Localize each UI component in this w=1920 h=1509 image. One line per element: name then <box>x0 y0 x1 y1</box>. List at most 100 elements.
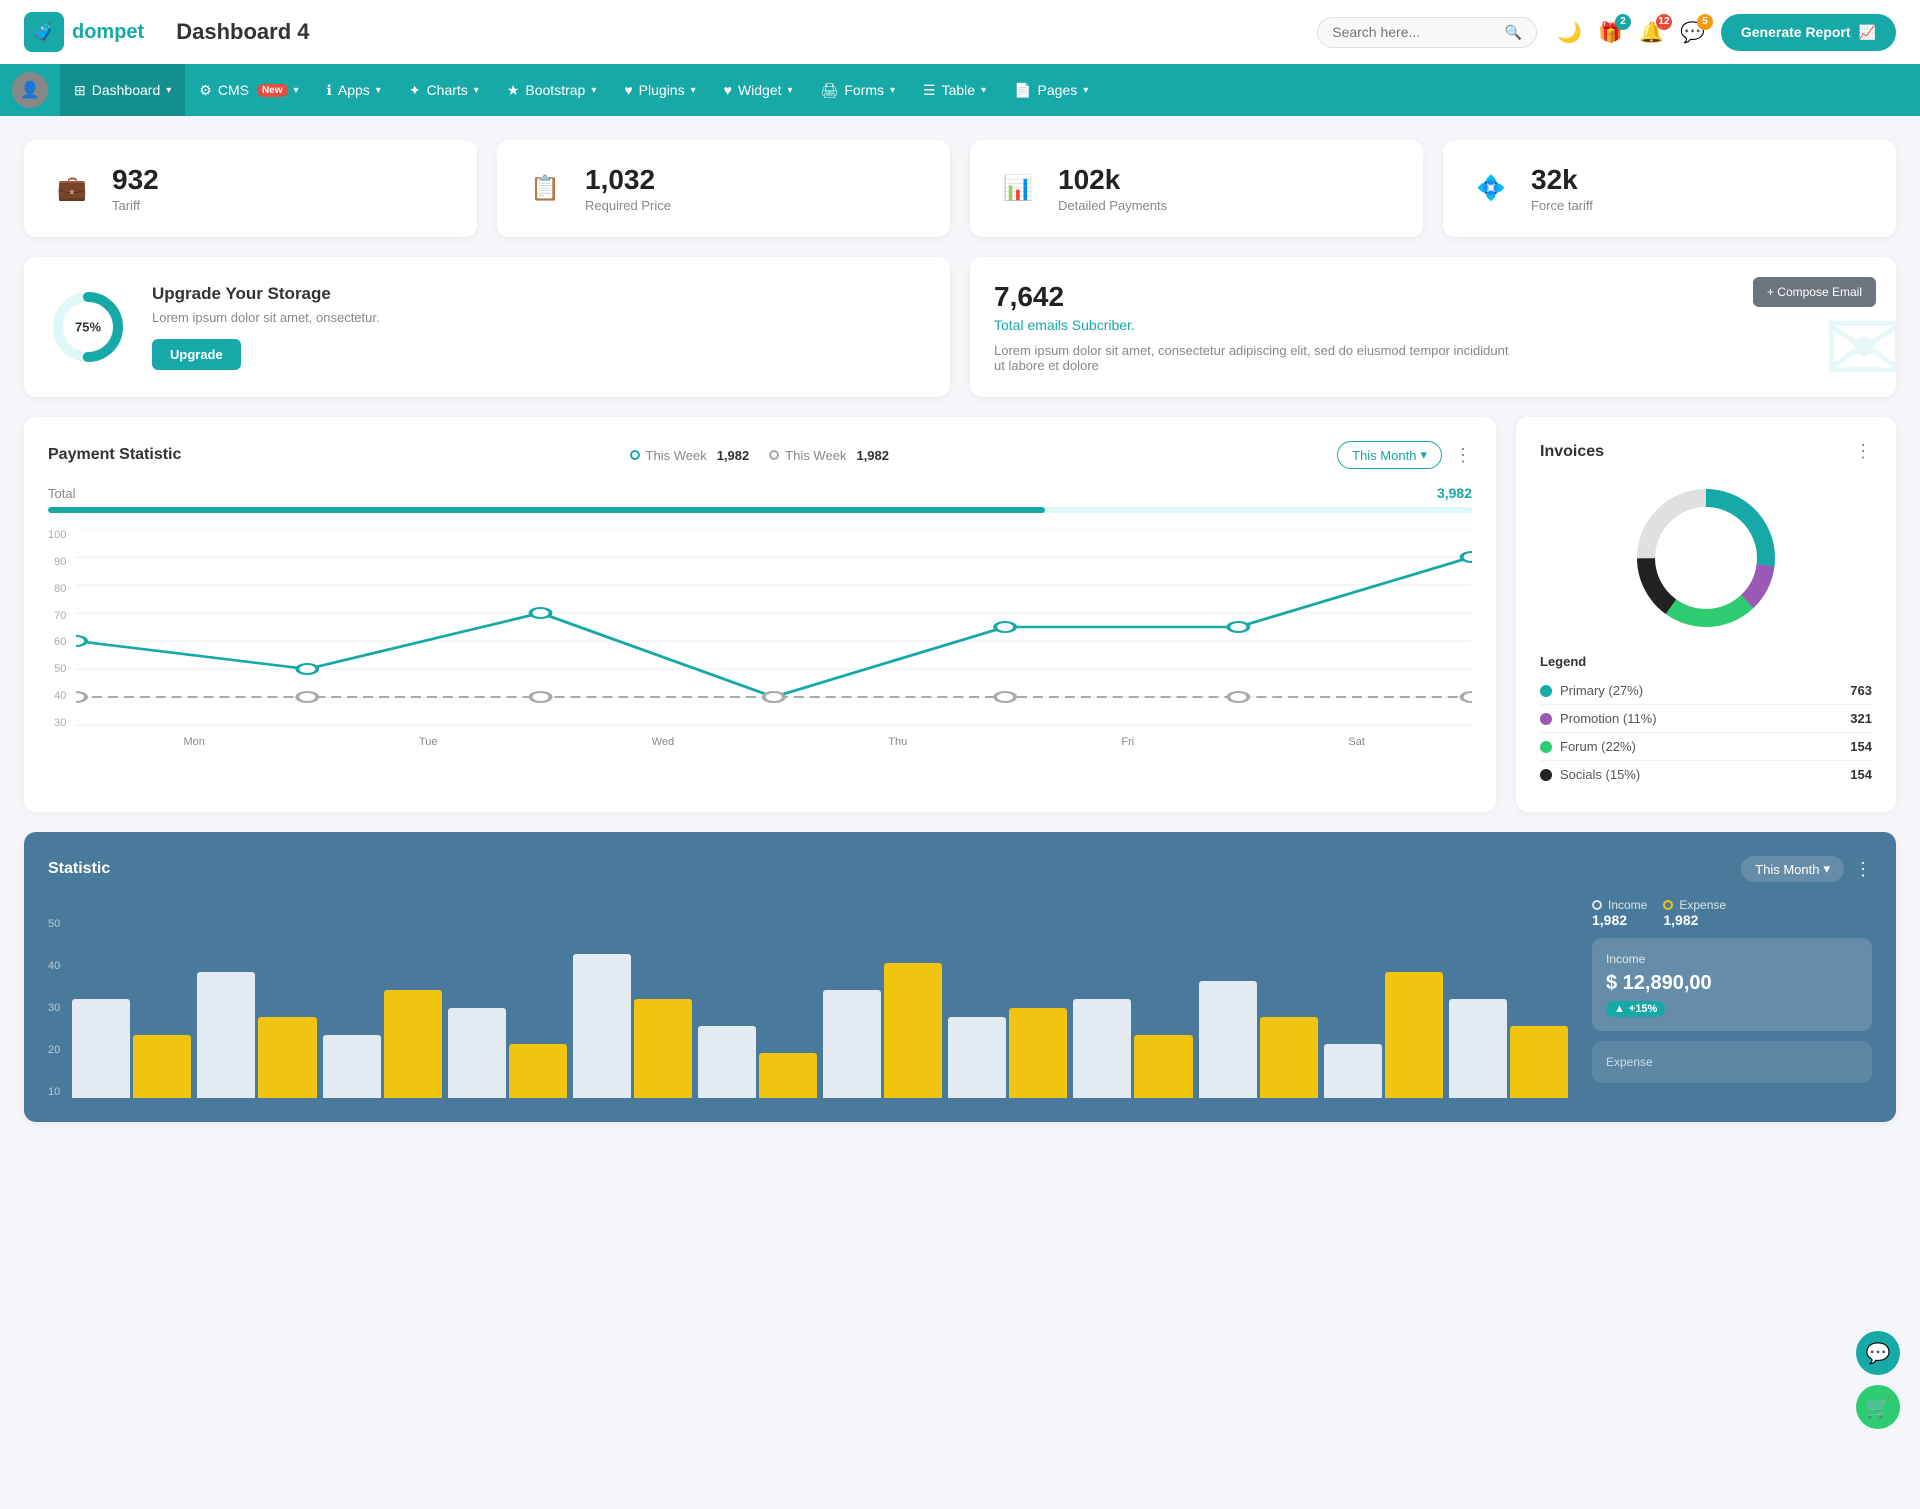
y-axis-labels: 100 90 80 70 60 50 40 30 <box>48 529 70 729</box>
invoices-header: Invoices ⋮ <box>1540 441 1872 462</box>
chevron-down-icon-5: ▾ <box>591 85 596 96</box>
invoices-card: Invoices ⋮ Legend <box>1516 417 1896 812</box>
stat-right-panel: Income 1,982 Expense 1,982 Income $ 1 <box>1592 898 1872 1098</box>
bar-group <box>698 1026 817 1098</box>
bell-icon-btn[interactable]: 🔔12 <box>1639 20 1664 45</box>
search-input[interactable] <box>1332 24 1497 40</box>
chevron-down-icon-4: ▾ <box>474 85 479 96</box>
middle-section: 75% Upgrade Your Storage Lorem ipsum dol… <box>24 257 1896 397</box>
bar-yellow <box>634 999 692 1098</box>
nav-item-forms[interactable]: 🖨 Forms ▾ <box>807 64 909 116</box>
forum-label: Forum (22%) <box>1560 739 1636 754</box>
nav-item-plugins[interactable]: ♥ Plugins ▾ <box>610 64 709 116</box>
total-value: 3,982 <box>1437 485 1472 501</box>
bar-white <box>1324 1044 1382 1098</box>
invoices-title: Invoices <box>1540 443 1604 461</box>
nav-item-bootstrap[interactable]: ★ Bootstrap ▾ <box>493 64 611 116</box>
chevron-down-icon-6: ▾ <box>691 85 696 96</box>
nav-label-cms: CMS <box>218 82 249 98</box>
promotion-label: Promotion (11%) <box>1560 711 1657 726</box>
email-card: + Compose Email 7,642 Total emails Subcr… <box>970 257 1896 397</box>
total-progress-bar <box>48 507 1472 513</box>
bar-group <box>323 990 442 1098</box>
statistic-month-filter-button[interactable]: This Month ▾ <box>1741 856 1844 882</box>
socials-value: 154 <box>1850 767 1872 782</box>
gift-badge: 2 <box>1615 14 1631 30</box>
bar-group <box>948 1008 1067 1098</box>
legend-item-2: This Week 1,982 <box>769 448 889 463</box>
generate-report-button[interactable]: Generate Report 📈 <box>1721 14 1896 51</box>
legend-item-promotion: Promotion (11%) 321 <box>1540 705 1872 733</box>
nav-item-widget[interactable]: ♥ Widget ▾ <box>710 64 807 116</box>
bar-white <box>1073 999 1131 1098</box>
cart-float-button[interactable]: 🛒 <box>1856 1385 1900 1429</box>
payment-header: Payment Statistic This Week 1,982 This W… <box>48 441 1472 469</box>
statistic-more-button[interactable]: ⋮ <box>1854 859 1872 880</box>
expense-dot <box>1663 900 1673 910</box>
nav-label-plugins: Plugins <box>639 82 685 98</box>
float-buttons: 💬 🛒 <box>1856 1331 1900 1429</box>
stat-card-force-tariff: 💠 32k Force tariff <box>1443 140 1896 237</box>
bell-badge: 12 <box>1656 14 1672 30</box>
email-count: 7,642 <box>994 281 1872 313</box>
expense-box-label: Expense <box>1606 1055 1858 1069</box>
storage-donut: 75% <box>48 287 128 367</box>
upgrade-button[interactable]: Upgrade <box>152 339 241 370</box>
nav-item-pages[interactable]: 📄 Pages ▾ <box>1000 64 1102 116</box>
required-price-icon: 📋 <box>521 165 569 213</box>
legend-heading: Legend <box>1540 654 1872 669</box>
bar-chart-area: 50 40 30 20 10 <box>48 898 1568 1098</box>
line-chart-wrap: Mon Tue Wed Thu Fri Sat <box>76 529 1472 748</box>
legend-item-primary: Primary (27%) 763 <box>1540 677 1872 705</box>
nav-item-apps[interactable]: ℹ Apps ▾ <box>313 64 395 116</box>
more-options-button[interactable]: ⋮ <box>1454 445 1472 466</box>
bar-white <box>698 1026 756 1098</box>
x-axis-labels: Mon Tue Wed Thu Fri Sat <box>76 736 1472 748</box>
nav-item-cms[interactable]: ⚙ CMS New ▾ <box>185 64 312 116</box>
total-row: Total 3,982 <box>48 485 1472 501</box>
chart-icon: 📈 <box>1859 24 1876 41</box>
logo-text: dompet <box>72 21 144 44</box>
total-bar-fill <box>48 507 1045 513</box>
payment-title: Payment Statistic <box>48 446 181 464</box>
page-title: Dashboard 4 <box>176 19 309 45</box>
bar-yellow <box>133 1035 191 1098</box>
income-amount: $ 12,890,00 <box>1606 972 1858 995</box>
bar-white <box>1449 999 1507 1098</box>
this-month-filter-button[interactable]: This Month ▾ <box>1337 441 1442 469</box>
bar-group <box>72 999 191 1098</box>
nav-item-table[interactable]: ☰ Table ▾ <box>909 64 1000 116</box>
moon-icon[interactable]: 🌙 <box>1557 20 1582 45</box>
stat-card-detailed-info: 102k Detailed Payments <box>1058 164 1167 213</box>
nav-item-charts[interactable]: ✦ Charts ▾ <box>395 64 493 116</box>
chevron-down-icon-7: ▾ <box>788 85 793 96</box>
bar-yellow <box>1009 1008 1067 1098</box>
gift-icon-btn[interactable]: 🎁2 <box>1598 20 1623 45</box>
required-price-value: 1,032 <box>585 164 671 196</box>
support-float-button[interactable]: 💬 <box>1856 1331 1900 1375</box>
force-tariff-icon: 💠 <box>1467 165 1515 213</box>
legend-dot-1 <box>630 450 640 460</box>
bar-white <box>448 1008 506 1098</box>
dashboard-icon: ⊞ <box>74 82 86 99</box>
payment-meta: This Week 1,982 This Week 1,982 <box>630 448 889 463</box>
storage-info: Upgrade Your Storage Lorem ipsum dolor s… <box>152 284 380 370</box>
chevron-down-icon-filter: ▾ <box>1420 447 1427 463</box>
legend-item-socials: Socials (15%) 154 <box>1540 761 1872 788</box>
detailed-payments-value: 102k <box>1058 164 1167 196</box>
invoices-more-button[interactable]: ⋮ <box>1854 441 1872 462</box>
bar-y-labels: 50 40 30 20 10 <box>48 918 66 1098</box>
chat-icon-btn[interactable]: 💬5 <box>1680 20 1705 45</box>
forms-icon: 🖨 <box>821 82 839 99</box>
charts-icon: ✦ <box>409 82 421 99</box>
stat-card-tariff: 💼 932 Tariff <box>24 140 477 237</box>
bar-group <box>823 963 942 1098</box>
nav-item-dashboard[interactable]: ⊞ Dashboard ▾ <box>60 64 185 116</box>
expense-value: 1,982 <box>1663 912 1726 928</box>
invoices-legend-list: Primary (27%) 763 Promotion (11%) 321 Fo… <box>1540 677 1872 788</box>
chevron-down-icon-8: ▾ <box>890 85 895 96</box>
legend-week2-label: This Week <box>785 448 846 463</box>
email-icon: ✉ <box>1822 290 1896 397</box>
detailed-payments-label: Detailed Payments <box>1058 198 1167 213</box>
bar-white <box>823 990 881 1098</box>
